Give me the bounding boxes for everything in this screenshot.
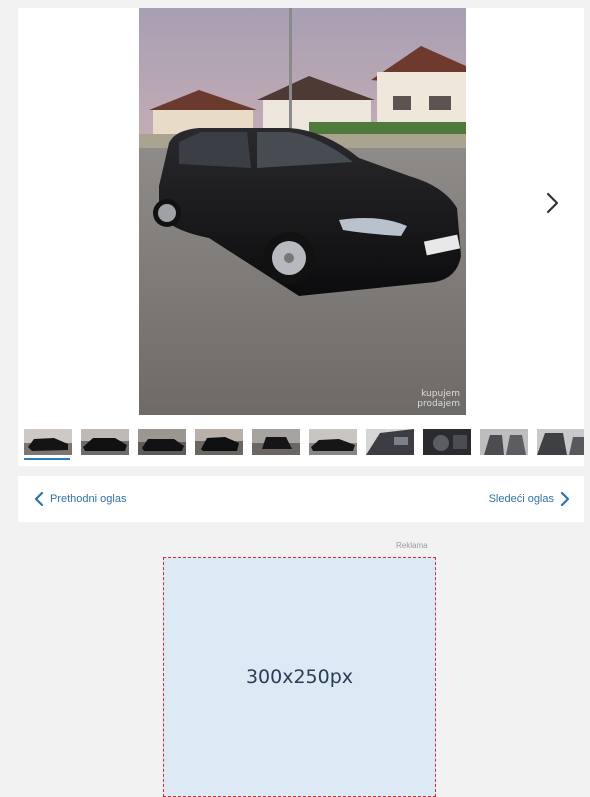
ad-label: Reklama	[396, 541, 428, 550]
gallery-card: kupujem prodajem	[18, 8, 584, 466]
listing-navigation: Prethodni oglas Sledeći oglas	[18, 476, 584, 522]
thumbnail[interactable]	[423, 429, 471, 455]
next-listing-link[interactable]: Sledeći oglas	[483, 476, 570, 522]
thumbnail[interactable]	[81, 429, 129, 455]
ad-size-text: 300x250px	[245, 666, 354, 688]
next-photo-button[interactable]	[538, 188, 568, 218]
chevron-right-icon	[560, 492, 570, 506]
thumbnail[interactable]	[195, 429, 243, 455]
photo-watermark: kupujem prodajem	[417, 389, 460, 409]
chevron-left-icon	[34, 492, 44, 506]
thumbnail[interactable]	[537, 429, 584, 455]
thumbnail[interactable]	[138, 429, 186, 455]
thumbnail[interactable]	[24, 429, 72, 455]
previous-listing-link[interactable]: Prethodni oglas	[34, 476, 132, 522]
next-listing-label: Sledeći oglas	[488, 493, 554, 505]
previous-listing-label: Prethodni oglas	[50, 493, 127, 505]
ad-placeholder[interactable]: 300x250px	[163, 557, 436, 797]
thumbnail[interactable]	[366, 429, 414, 455]
thumbnail[interactable]	[252, 429, 300, 455]
active-thumbnail-indicator	[24, 458, 70, 460]
watermark-line-1: kupujem	[421, 389, 460, 399]
car-photo-image	[139, 8, 466, 415]
watermark-line-2: prodajem	[417, 399, 460, 409]
main-car-photo[interactable]: kupujem prodajem	[139, 8, 466, 415]
chevron-right-icon	[546, 192, 559, 214]
thumbnail[interactable]	[480, 429, 528, 455]
thumbnail-strip	[18, 425, 584, 466]
thumbnail[interactable]	[309, 429, 357, 455]
